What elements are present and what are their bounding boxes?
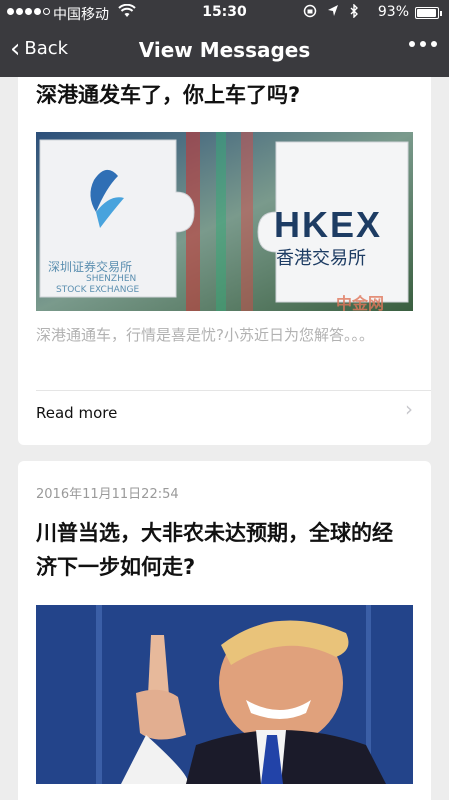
message-cover-image[interactable]: 深圳证券交易所 SHENZHEN STOCK EXCHANGE HKEX 香港交… <box>36 132 413 311</box>
divider <box>36 390 431 391</box>
navigation-bar: ‹ Back View Messages <box>0 26 449 77</box>
status-bar: 中国移动 15:30 93% <box>0 0 449 26</box>
image-watermark: 中金网 <box>336 294 385 311</box>
message-title: 川普当选，大非农未达预期，全球的经济下一步如何走? <box>36 521 393 579</box>
message-cover-image[interactable] <box>36 605 413 784</box>
message-date: 2016年11月11日22:54 <box>36 487 179 502</box>
read-more-link[interactable]: Read more <box>36 404 117 422</box>
page-title: View Messages <box>138 38 311 62</box>
hkex-sub: 香港交易所 <box>276 248 366 269</box>
message-summary: 深港通通车，行情是喜是忧?小苏近日为您解答。。。 <box>36 326 374 344</box>
hkex-logo: HKEX <box>274 204 383 245</box>
battery-percentage: 93% <box>377 4 409 20</box>
battery-icon <box>415 7 442 19</box>
chevron-right-icon[interactable]: › <box>405 397 413 421</box>
message-title: 深港通发车了，你上车了吗? <box>36 83 301 107</box>
message-card[interactable]: 2016年11月11日22:54 川普当选，大非农未达预期，全球的经济下一步如何… <box>18 461 431 800</box>
szse-name: 深圳证券交易所 <box>48 260 133 274</box>
message-card[interactable]: 深港通发车了，你上车了吗? 深圳证券交易所 SHENZHEN STOCK EXC… <box>18 77 431 445</box>
bluetooth-icon <box>349 3 359 22</box>
szse-sub1: SHENZHEN <box>86 274 137 284</box>
szse-sub2: STOCK EXCHANGE <box>56 285 140 295</box>
location-icon <box>327 4 339 22</box>
orientation-lock-icon <box>303 4 317 22</box>
message-list[interactable]: 深港通发车了，你上车了吗? 深圳证券交易所 SHENZHEN STOCK EXC… <box>0 77 449 800</box>
more-options-icon[interactable] <box>409 41 437 47</box>
